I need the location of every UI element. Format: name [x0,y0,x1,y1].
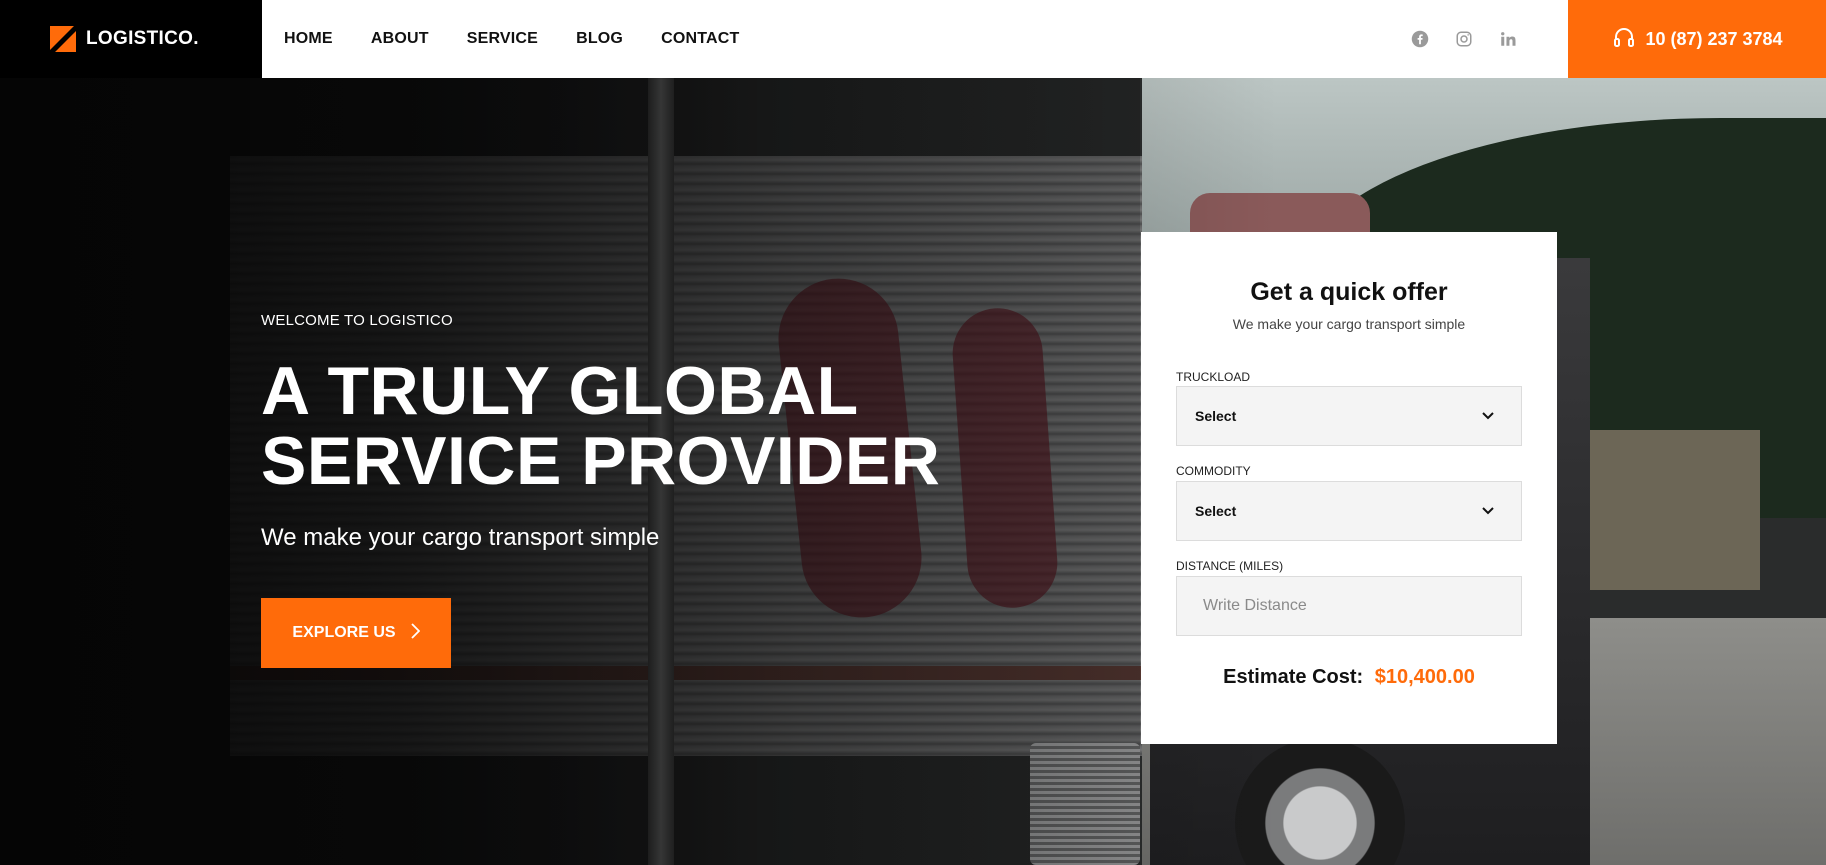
truckload-label: TRUCKLOAD [1176,370,1251,384]
distance-field [1176,576,1522,636]
hero-welcome: WELCOME TO LOGISTICO [261,312,453,329]
nav-about[interactable]: ABOUT [371,30,429,48]
linkedin-icon[interactable] [1498,29,1518,49]
nav-service[interactable]: SERVICE [467,30,538,48]
hero-headline-line1: A TRULY GLOBAL [261,353,859,429]
commodity-select[interactable]: Select [1176,481,1522,541]
estimate-label: Estimate Cost: [1223,666,1364,688]
facebook-icon[interactable] [1410,29,1430,49]
logo-text: LOGISTICO. [86,28,199,49]
truckload-value: Select [1195,408,1237,424]
distance-label: DISTANCE (MILES) [1176,559,1284,573]
phone-contact[interactable]: 10 (87) 237 3784 [1568,0,1826,78]
instagram-icon[interactable] [1454,29,1474,49]
nav-home[interactable]: HOME [284,30,333,48]
offer-subtitle: We make your cargo transport simple [1232,316,1466,332]
truckload-select[interactable]: Select [1176,386,1522,446]
explore-button[interactable]: EXPLORE US [261,598,451,668]
headphones-icon [1611,25,1637,54]
offer-title: Get a quick offer [1250,278,1448,306]
social-links [1410,0,1518,78]
explore-button-label: EXPLORE US [292,624,396,641]
quick-offer-card: Get a quick offer We make your cargo tra… [1141,232,1557,744]
estimate-cost: Estimate Cost: $10,400.00 [1141,666,1557,689]
logo[interactable]: LOGISTICO. [0,0,262,78]
nav-blog[interactable]: BLOG [576,30,623,48]
hero-content: WELCOME TO LOGISTICO A TRULY GLOBAL SERV… [261,78,961,865]
hero-subhead: We make your cargo transport simple [261,524,660,551]
commodity-value: Select [1195,503,1237,519]
nav-contact[interactable]: CONTACT [661,30,739,48]
chevron-down-icon [1481,409,1495,423]
hero-headline-line2: SERVICE PROVIDER [261,423,941,499]
chevron-right-icon [410,622,420,644]
hero-headline: A TRULY GLOBAL SERVICE PROVIDER [261,356,940,496]
main-nav: HOME ABOUT SERVICE BLOG CONTACT [284,0,740,78]
site-header: LOGISTICO. HOME ABOUT SERVICE BLOG CONTA… [0,0,1826,78]
logo-mark-icon [50,26,76,52]
phone-number: 10 (87) 237 3784 [1645,28,1783,49]
chevron-down-icon [1481,504,1495,518]
distance-input[interactable] [1195,597,1503,615]
estimate-value: $10,400.00 [1374,666,1475,688]
commodity-label: COMMODITY [1176,464,1251,478]
